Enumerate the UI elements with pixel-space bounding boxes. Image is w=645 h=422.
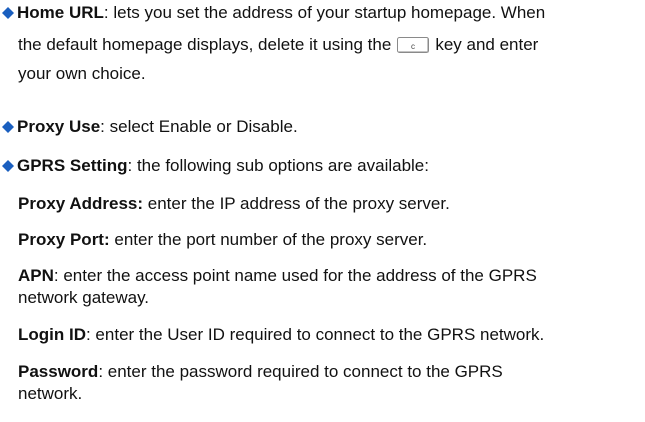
list-item-proxy-use: Proxy Use: select Enable or Disable. — [2, 116, 638, 138]
term-proxy-use: Proxy Use — [17, 117, 101, 136]
desc-home-url-c: key and enter — [435, 35, 539, 54]
term-apn: APN — [18, 266, 54, 285]
sub-item-apn: APN: enter the access point name used fo… — [18, 265, 638, 309]
c-key-icon: c — [397, 37, 430, 53]
term-password: Password — [18, 362, 99, 381]
sub-item-password: Password: enter the password required to… — [18, 361, 638, 405]
sub-item-proxy-address: Proxy Address: enter the IP address of t… — [18, 193, 638, 215]
list-item-home-url: Home URL: lets you set the address of yo… — [2, 2, 638, 85]
desc-home-url-a: : lets you set the address of your start… — [103, 3, 546, 22]
desc-proxy-use: : select Enable or Disable. — [100, 117, 298, 136]
sub-item-proxy-port: Proxy Port: enter the port number of the… — [18, 229, 638, 251]
term-home-url: Home URL — [17, 3, 104, 22]
term-gprs-setting: GPRS Setting — [17, 156, 128, 175]
term-proxy-port: Proxy Port: — [18, 230, 110, 249]
desc-home-url-d: your own choice. — [18, 64, 146, 83]
manual-page: Home URL: lets you set the address of yo… — [0, 0, 645, 422]
desc-apn-line2: network gateway. — [18, 288, 150, 307]
diamond-bullet-icon — [2, 160, 14, 172]
desc-proxy-address: enter the IP address of the proxy server… — [143, 194, 450, 213]
desc-password: : enter the password required to connect… — [98, 362, 503, 381]
c-key-label: c — [411, 42, 415, 51]
desc-login-id: : enter the User ID required to connect … — [85, 325, 545, 344]
desc-home-url-b: the default homepage displays, delete it… — [18, 35, 392, 54]
diamond-bullet-icon — [2, 121, 14, 133]
desc-gprs-setting: : the following sub options are availabl… — [127, 156, 429, 175]
sub-item-login-id: Login ID: enter the User ID required to … — [18, 324, 638, 346]
desc-proxy-port: enter the port number of the proxy serve… — [109, 230, 428, 249]
term-proxy-address: Proxy Address: — [18, 194, 144, 213]
desc-home-url-line2: the default homepage displays, delete it… — [2, 34, 638, 56]
desc-password-line2: network. — [18, 384, 83, 403]
list-item-gprs-setting: GPRS Setting: the following sub options … — [2, 155, 638, 177]
term-login-id: Login ID — [18, 325, 86, 344]
diamond-bullet-icon — [2, 7, 14, 19]
desc-apn: : enter the access point name used for t… — [53, 266, 537, 285]
